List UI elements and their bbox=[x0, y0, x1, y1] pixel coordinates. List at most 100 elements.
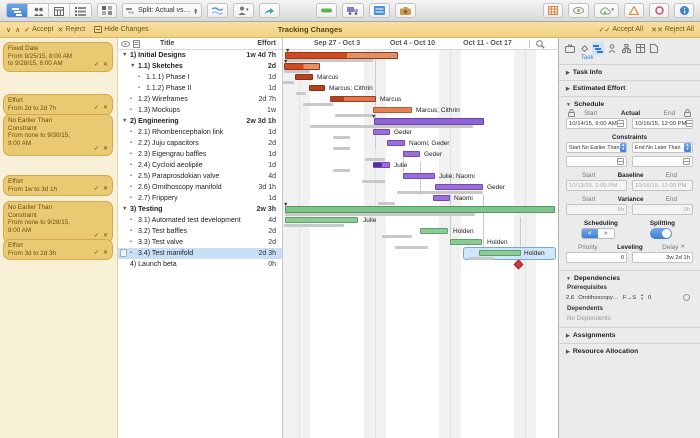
set-baseline-button[interactable] bbox=[395, 3, 416, 18]
dependencies-header[interactable]: ▼ Dependencies bbox=[559, 275, 700, 282]
change-note[interactable]: EffortFrom 2d to 2d 7h✓✕ bbox=[3, 94, 113, 115]
task-row[interactable]: ▼3) Testing2w 3h bbox=[118, 204, 282, 215]
task-row[interactable]: ▼1.1) Sketches2d bbox=[118, 61, 282, 72]
change-note[interactable]: EffortFrom 3d to 2d 3h✓✕ bbox=[3, 239, 113, 260]
task-bar[interactable] bbox=[479, 250, 521, 256]
next-change-button[interactable]: ∧ bbox=[15, 26, 20, 34]
disclosure-triangle-icon[interactable]: ▼ bbox=[130, 63, 135, 69]
tab-styles[interactable] bbox=[620, 42, 632, 55]
actual-end-field[interactable]: 10/16/15, 12:00 PM bbox=[632, 118, 693, 129]
tab-milestone[interactable] bbox=[578, 42, 590, 55]
lock-icon[interactable] bbox=[568, 109, 575, 117]
task-bar[interactable] bbox=[374, 118, 484, 125]
filter-button[interactable] bbox=[568, 3, 589, 18]
alap-segment[interactable]: » bbox=[598, 229, 614, 238]
tab-task[interactable] bbox=[592, 42, 604, 55]
task-row[interactable]: •3.3) Test valve2d bbox=[118, 237, 282, 248]
hide-changes-button[interactable]: Hide Changes bbox=[94, 26, 148, 33]
reject-button[interactable]: ✕ Reject bbox=[58, 26, 86, 34]
level-resources-button[interactable] bbox=[369, 3, 390, 18]
accept-change-button[interactable]: ✓ bbox=[94, 105, 99, 113]
task-bar[interactable] bbox=[285, 217, 358, 223]
network-view-button[interactable] bbox=[97, 3, 117, 18]
reject-change-button[interactable]: ✕ bbox=[103, 105, 108, 113]
tab-custom-data[interactable] bbox=[634, 42, 646, 55]
split-view-popup[interactable]: Split: Actual vs… ▲▼ bbox=[122, 3, 202, 18]
task-bar[interactable] bbox=[373, 107, 412, 113]
change-note[interactable]: Fixed DateFrom 9/25/15, 8:00 AMto 9/28/1… bbox=[3, 42, 113, 72]
section-assignments[interactable]: ▶ Assignments bbox=[559, 327, 700, 343]
task-row[interactable]: •3.4) Test manifold2d 3h bbox=[118, 248, 282, 259]
disclosure-triangle-icon[interactable]: ▼ bbox=[122, 52, 127, 58]
sync-button[interactable]: ▾ bbox=[594, 3, 619, 18]
delay-clear-icon[interactable]: ✕ bbox=[680, 244, 685, 250]
task-bar[interactable] bbox=[420, 228, 448, 234]
leveling-delay-field[interactable]: 3w 2d 1h bbox=[632, 252, 693, 263]
accept-change-button[interactable]: ✓ bbox=[94, 250, 99, 258]
task-bar[interactable] bbox=[435, 184, 483, 190]
task-row[interactable]: ▼1) Initial Designs1w 4d 7h bbox=[118, 50, 282, 61]
calendar-icon[interactable] bbox=[686, 120, 693, 127]
accept-change-button[interactable]: ✓ bbox=[94, 146, 99, 154]
task-bar[interactable] bbox=[433, 195, 450, 201]
reject-change-button[interactable]: ✕ bbox=[103, 62, 108, 70]
start-constraint-popup[interactable]: Start No Earlier Than▲▼ bbox=[566, 142, 627, 153]
change-tracking-button[interactable] bbox=[649, 3, 669, 18]
disclosure-triangle-icon[interactable]: ▼ bbox=[122, 206, 127, 212]
section-task-info[interactable]: ▶ Task Info bbox=[559, 64, 700, 80]
task-bar[interactable] bbox=[403, 173, 435, 179]
constraint-end-date-field[interactable] bbox=[632, 156, 693, 167]
remove-dependency-icon[interactable] bbox=[683, 294, 690, 301]
task-bar[interactable] bbox=[450, 239, 482, 245]
reschedule-button[interactable] bbox=[342, 3, 364, 18]
violations-button[interactable] bbox=[624, 3, 644, 18]
prerequisite-row[interactable]: 2.6 Ornithoscopy… F→S ▲▼ 0 bbox=[559, 292, 700, 303]
previous-change-button[interactable]: ∨ bbox=[6, 26, 11, 34]
outline-view-button[interactable] bbox=[70, 4, 91, 18]
actual-start-field[interactable]: 10/14/15, 9:00 AM bbox=[566, 118, 627, 129]
task-bar[interactable] bbox=[295, 74, 313, 80]
task-bar[interactable] bbox=[285, 206, 555, 213]
task-row[interactable]: •2.2) Juju capacitors2d bbox=[118, 138, 282, 149]
lock-icon[interactable] bbox=[684, 109, 691, 117]
title-column-header[interactable]: Title bbox=[160, 40, 174, 47]
inspector-toggle-button[interactable] bbox=[674, 3, 694, 18]
task-bar[interactable] bbox=[330, 96, 376, 102]
change-note[interactable]: No Earlier ThanConstraintFrom none to 9/… bbox=[3, 114, 113, 156]
task-row[interactable]: •2.7) Frippery1d bbox=[118, 193, 282, 204]
task-bar[interactable] bbox=[285, 52, 398, 59]
task-bar[interactable] bbox=[284, 63, 320, 70]
task-row[interactable]: •2.3) Eigengrau baffles1d bbox=[118, 149, 282, 160]
tab-project[interactable] bbox=[564, 42, 576, 55]
disclosure-triangle-icon[interactable]: ▼ bbox=[122, 118, 127, 124]
accept-button[interactable]: ✓ Accept bbox=[24, 26, 53, 34]
resource-view-button[interactable] bbox=[28, 4, 49, 18]
catch-up-button[interactable] bbox=[316, 3, 337, 18]
change-note[interactable]: No Earlier ThanConstraintFrom none to 9/… bbox=[3, 201, 113, 243]
task-row[interactable]: 4) Launch beta0h bbox=[118, 259, 282, 270]
accept-all-button[interactable]: ✓✓ Accept All bbox=[599, 26, 643, 34]
task-row[interactable]: ▼2) Engineering2w 3d 1h bbox=[118, 116, 282, 127]
section-estimated-effort[interactable]: ▶ Estimated Effort bbox=[559, 80, 700, 96]
task-row[interactable]: •2.4) Cycloid aeolipile1d bbox=[118, 160, 282, 171]
task-row[interactable]: •3.1) Automated test development4d bbox=[118, 215, 282, 226]
prereq-type[interactable]: F→S bbox=[623, 295, 636, 301]
tab-attachments[interactable] bbox=[648, 42, 660, 55]
stepper-icon[interactable]: ▲▼ bbox=[640, 294, 644, 300]
accept-change-button[interactable]: ✓ bbox=[94, 62, 99, 70]
task-bar[interactable] bbox=[387, 140, 405, 146]
change-note[interactable]: EffortFrom 1w to 3d 1h✓✕ bbox=[3, 175, 113, 196]
end-constraint-popup[interactable]: End No Later Than▲▼ bbox=[632, 142, 693, 153]
reject-change-button[interactable]: ✕ bbox=[103, 250, 108, 258]
effort-column-header[interactable]: Effort bbox=[257, 40, 276, 47]
focus-button[interactable] bbox=[207, 3, 228, 18]
task-row[interactable]: •2.1) Rhombencephalon link1d bbox=[118, 127, 282, 138]
task-bar[interactable] bbox=[309, 85, 325, 91]
reject-change-button[interactable]: ✕ bbox=[103, 186, 108, 194]
calendar-icon[interactable] bbox=[617, 158, 624, 165]
section-resource-allocation[interactable]: ▶ Resource Allocation bbox=[559, 343, 700, 359]
accept-change-button[interactable]: ✓ bbox=[94, 186, 99, 194]
zoom-magnifier-icon[interactable] bbox=[536, 40, 545, 49]
task-row[interactable]: •2.5) Paraprosdokian valve4d bbox=[118, 171, 282, 182]
asap-segment[interactable]: « bbox=[582, 229, 598, 238]
